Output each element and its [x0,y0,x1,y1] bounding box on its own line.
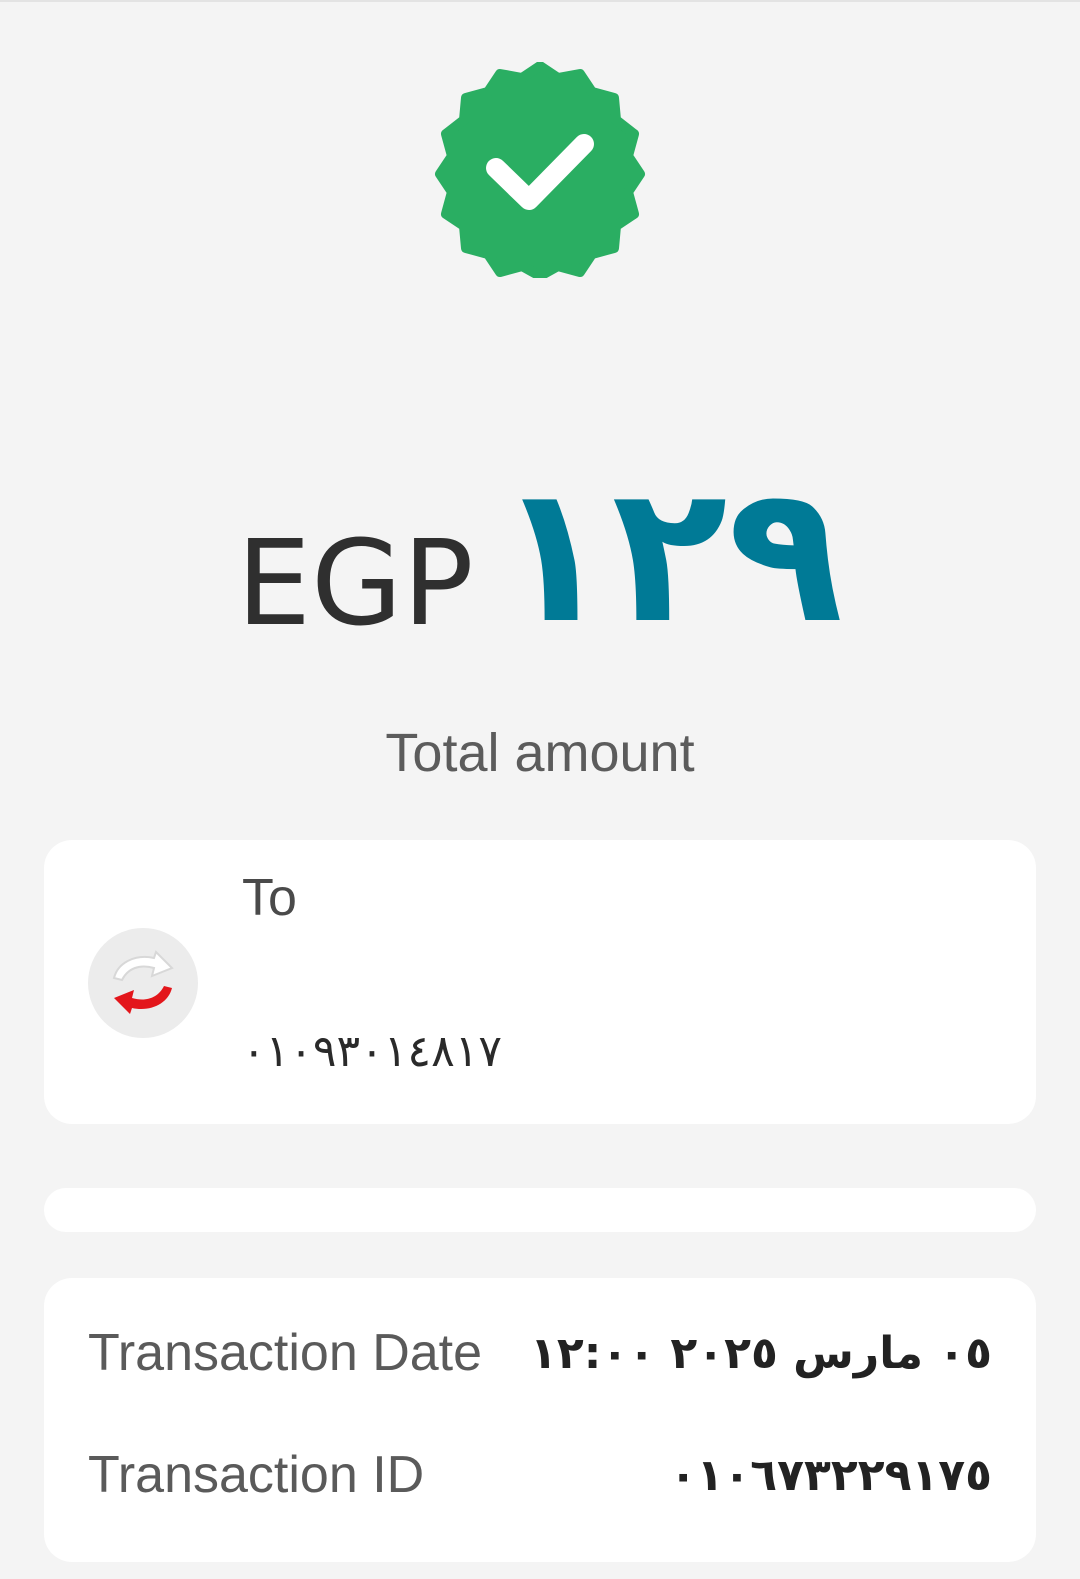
total-amount-label: Total amount [385,723,695,783]
currency-code: EGP [236,514,474,652]
transaction-date-value: ٠٥ مارس ٢٠٢٥ ١٢:٠٠ [530,1327,992,1379]
refresh-arrows-icon [112,950,174,1014]
to-label: To [242,869,297,927]
transaction-date-row: Transaction Date ٠٥ مارس ٢٠٢٥ ١٢:٠٠ [88,1318,992,1388]
transaction-date-label: Transaction Date [88,1324,483,1382]
recipient-card: To ٠١٠٩٣٠١٤٨١٧ [44,840,1036,1124]
recipient-avatar [88,928,198,1038]
success-badge [432,61,648,281]
amount-display: EGP ١٢٩ [0,460,1080,652]
empty-card [44,1188,1036,1232]
recipient-number: ٠١٠٩٣٠١٤٨١٧ [242,1026,502,1077]
transaction-details-card: Transaction Date ٠٥ مارس ٢٠٢٥ ١٢:٠٠ Tran… [44,1278,1036,1562]
transaction-id-value: ٠١٠٦٧٣٢٢٩١٧٥ [669,1449,992,1501]
transaction-id-label: Transaction ID [88,1446,425,1504]
transaction-id-row: Transaction ID ٠١٠٦٧٣٢٢٩١٧٥ [88,1440,992,1510]
top-divider [0,0,1080,2]
amount-value: ١٢٩ [495,444,844,665]
verified-check-badge-icon [435,61,645,281]
